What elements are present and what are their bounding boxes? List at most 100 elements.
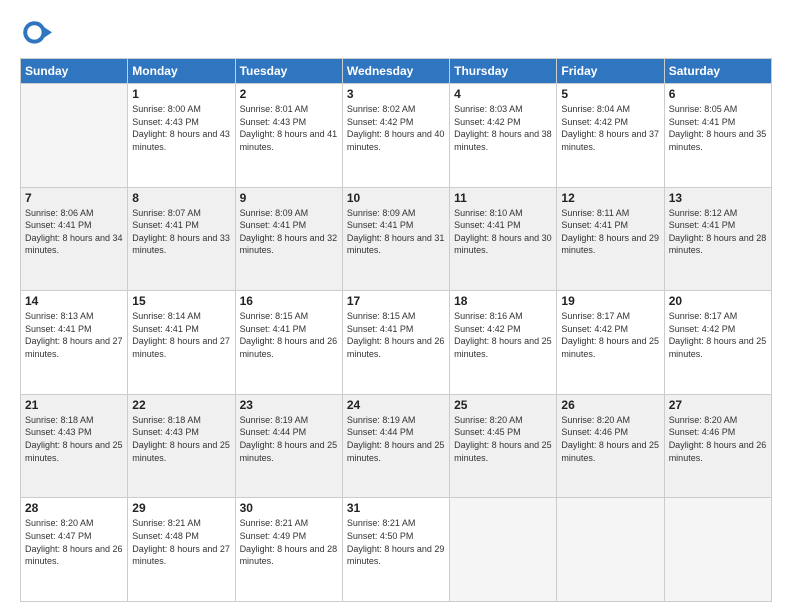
sunset-label: Sunset: 4:45 PM xyxy=(454,427,521,437)
calendar-day-cell xyxy=(450,498,557,602)
day-number: 28 xyxy=(25,501,123,515)
calendar-day-cell xyxy=(21,84,128,188)
day-info: Sunrise: 8:20 AMSunset: 4:46 PMDaylight:… xyxy=(561,414,659,464)
day-info: Sunrise: 8:04 AMSunset: 4:42 PMDaylight:… xyxy=(561,103,659,153)
calendar-day-cell: 12 Sunrise: 8:11 AMSunset: 4:41 PMDayligh… xyxy=(557,187,664,291)
day-info: Sunrise: 8:03 AMSunset: 4:42 PMDaylight:… xyxy=(454,103,552,153)
sunset-label: Sunset: 4:41 PM xyxy=(240,324,307,334)
calendar-week-row: 7Sunrise: 8:06 AMSunset: 4:41 PMDaylight… xyxy=(21,187,772,291)
daylight-label: Daylight: 8 hours and 26 minutes. xyxy=(25,544,123,567)
day-number: 22 xyxy=(132,398,230,412)
day-info: Sunrise: 8:12 AMSunset: 4:41 PMDaylight:… xyxy=(669,207,767,257)
day-number: 13 xyxy=(669,191,767,205)
calendar-week-row: 1Sunrise: 8:00 AMSunset: 4:43 PMDaylight… xyxy=(21,84,772,188)
sunset-label: Sunset: 4:41 PM xyxy=(561,220,628,230)
sunset-label: Sunset: 4:47 PM xyxy=(25,531,92,541)
calendar-header-cell: Wednesday xyxy=(342,59,449,84)
daylight-label: Daylight: 8 hours and 25 minutes. xyxy=(132,440,230,463)
sunrise-label: Sunrise: 8:15 AM xyxy=(240,311,309,321)
header xyxy=(20,18,772,50)
day-number: 26 xyxy=(561,398,659,412)
daylight-label: Daylight: 8 hours and 35 minutes. xyxy=(669,129,767,152)
daylight-label: Daylight: 8 hours and 25 minutes. xyxy=(669,336,767,359)
sunrise-label: Sunrise: 8:20 AM xyxy=(669,415,738,425)
calendar-day-cell: 13 Sunrise: 8:12 AMSunset: 4:41 PMDayligh… xyxy=(664,187,771,291)
calendar-day-cell: 10Sunrise: 8:09 AMSunset: 4:41 PMDayligh… xyxy=(342,187,449,291)
day-info: Sunrise: 8:14 AMSunset: 4:41 PMDaylight:… xyxy=(132,310,230,360)
calendar-day-cell: 18Sunrise: 8:16 AMSunset: 4:42 PMDayligh… xyxy=(450,291,557,395)
day-info: Sunrise: 8:17 AMSunset: 4:42 PMDaylight:… xyxy=(561,310,659,360)
daylight-label: Daylight: 8 hours and 32 minutes. xyxy=(240,233,338,256)
sunset-label: Sunset: 4:42 PM xyxy=(669,324,736,334)
calendar-week-row: 14Sunrise: 8:13 AMSunset: 4:41 PMDayligh… xyxy=(21,291,772,395)
day-number: 12 xyxy=(561,191,659,205)
sunrise-label: Sunrise: 8:17 AM xyxy=(669,311,738,321)
calendar-week-row: 28 Sunrise: 8:20 AMSunset: 4:47 PMDayligh… xyxy=(21,498,772,602)
calendar-day-cell: 14Sunrise: 8:13 AMSunset: 4:41 PMDayligh… xyxy=(21,291,128,395)
sunset-label: Sunset: 4:42 PM xyxy=(454,117,521,127)
daylight-label: Daylight: 8 hours and 26 minutes. xyxy=(240,336,338,359)
calendar-day-cell: 9Sunrise: 8:09 AMSunset: 4:41 PMDaylight… xyxy=(235,187,342,291)
sunset-label: Sunset: 4:41 PM xyxy=(132,324,199,334)
sunset-label: Sunset: 4:43 PM xyxy=(25,427,92,437)
day-info: Sunrise: 8:09 AMSunset: 4:41 PMDaylight:… xyxy=(240,207,338,257)
sunrise-label: Sunrise: 8:07 AM xyxy=(132,208,201,218)
calendar-day-cell: 21Sunrise: 8:18 AMSunset: 4:43 PMDayligh… xyxy=(21,394,128,498)
sunset-label: Sunset: 4:42 PM xyxy=(561,117,628,127)
day-info: Sunrise: 8:20 AMSunset: 4:46 PMDaylight:… xyxy=(669,414,767,464)
daylight-label: Daylight: 8 hours and 29 minutes. xyxy=(561,233,659,256)
sunset-label: Sunset: 4:42 PM xyxy=(454,324,521,334)
sunrise-label: Sunrise: 8:10 AM xyxy=(454,208,523,218)
day-info: Sunrise: 8:18 AMSunset: 4:43 PMDaylight:… xyxy=(132,414,230,464)
day-number: 21 xyxy=(25,398,123,412)
sunrise-label: Sunrise: 8:03 AM xyxy=(454,104,523,114)
day-number: 31 xyxy=(347,501,445,515)
day-number: 8 xyxy=(132,191,230,205)
day-number: 19 xyxy=(561,294,659,308)
calendar-header-cell: Thursday xyxy=(450,59,557,84)
daylight-label: Daylight: 8 hours and 25 minutes. xyxy=(347,440,445,463)
calendar-day-cell: 27Sunrise: 8:20 AMSunset: 4:46 PMDayligh… xyxy=(664,394,771,498)
sunset-label: Sunset: 4:46 PM xyxy=(561,427,628,437)
day-info: Sunrise: 8:17 AM Sunset: 4:42 PM Daylight:… xyxy=(669,310,767,360)
sunrise-label: Sunrise: 8:19 AM xyxy=(240,415,309,425)
daylight-label: Daylight: 8 hours and 41 minutes. xyxy=(240,129,338,152)
daylight-label: Daylight: 8 hours and 25 minutes. xyxy=(561,336,659,359)
calendar-header-row: SundayMondayTuesdayWednesdayThursdayFrid… xyxy=(21,59,772,84)
calendar-day-cell: 3Sunrise: 8:02 AMSunset: 4:42 PMDaylight… xyxy=(342,84,449,188)
day-info: Sunrise: 8:07 AMSunset: 4:41 PMDaylight:… xyxy=(132,207,230,257)
sunset-label: Sunset: 4:41 PM xyxy=(347,324,414,334)
day-info: Sunrise: 8:20 AMSunset: 4:47 PMDaylight:… xyxy=(25,517,123,567)
sunrise-label: Sunrise: 8:12 AM xyxy=(669,208,738,218)
sunrise-label: Sunrise: 8:20 AM xyxy=(454,415,523,425)
calendar-day-cell: 6Sunrise: 8:05 AMSunset: 4:41 PMDaylight… xyxy=(664,84,771,188)
day-info: Sunrise: 8:16 AM Sunset: 4:42 PM Daylight:… xyxy=(454,310,552,360)
day-info: Sunrise: 8:15 AMSunset: 4:41 PMDaylight:… xyxy=(347,310,445,360)
calendar-day-cell: 22 Sunrise: 8:18 AMSunset: 4:43 PMDayligh… xyxy=(128,394,235,498)
daylight-label: Daylight: 8 hours and 25 minutes. xyxy=(454,336,552,359)
day-info: Sunrise: 8:11 AMSunset: 4:41 PMDaylight:… xyxy=(561,207,659,257)
daylight-label: Daylight: 8 hours and 43 minutes. xyxy=(132,129,230,152)
sunset-label: Sunset: 4:44 PM xyxy=(347,427,414,437)
sunset-label: Sunset: 4:49 PM xyxy=(240,531,307,541)
calendar-day-cell xyxy=(557,498,664,602)
daylight-label: Daylight: 8 hours and 30 minutes. xyxy=(454,233,552,256)
day-number: 7 xyxy=(25,191,123,205)
calendar-body: 1Sunrise: 8:00 AMSunset: 4:43 PMDaylight… xyxy=(21,84,772,602)
sunset-label: Sunset: 4:41 PM xyxy=(25,220,92,230)
day-info: Sunrise: 8:13 AMSunset: 4:41 PMDaylight:… xyxy=(25,310,123,360)
day-info: Sunrise: 8:20 AMSunset: 4:45 PMDaylight:… xyxy=(454,414,552,464)
sunrise-label: Sunrise: 8:04 AM xyxy=(561,104,630,114)
calendar-header-cell: Sunday xyxy=(21,59,128,84)
sunrise-label: Sunrise: 8:19 AM xyxy=(347,415,416,425)
sunrise-label: Sunrise: 8:16 AM xyxy=(454,311,523,321)
sunrise-label: Sunrise: 8:18 AM xyxy=(132,415,201,425)
daylight-label: Daylight: 8 hours and 27 minutes. xyxy=(132,544,230,567)
sunset-label: Sunset: 4:42 PM xyxy=(561,324,628,334)
day-info: Sunrise: 8:19 AMSunset: 4:44 PMDaylight:… xyxy=(240,414,338,464)
calendar-day-cell: 11Sunrise: 8:10 AMSunset: 4:41 PMDayligh… xyxy=(450,187,557,291)
calendar-header-cell: Monday xyxy=(128,59,235,84)
day-number: 30 xyxy=(240,501,338,515)
day-info: Sunrise: 8:21 AMSunset: 4:49 PMDaylight:… xyxy=(240,517,338,567)
logo xyxy=(20,18,56,50)
